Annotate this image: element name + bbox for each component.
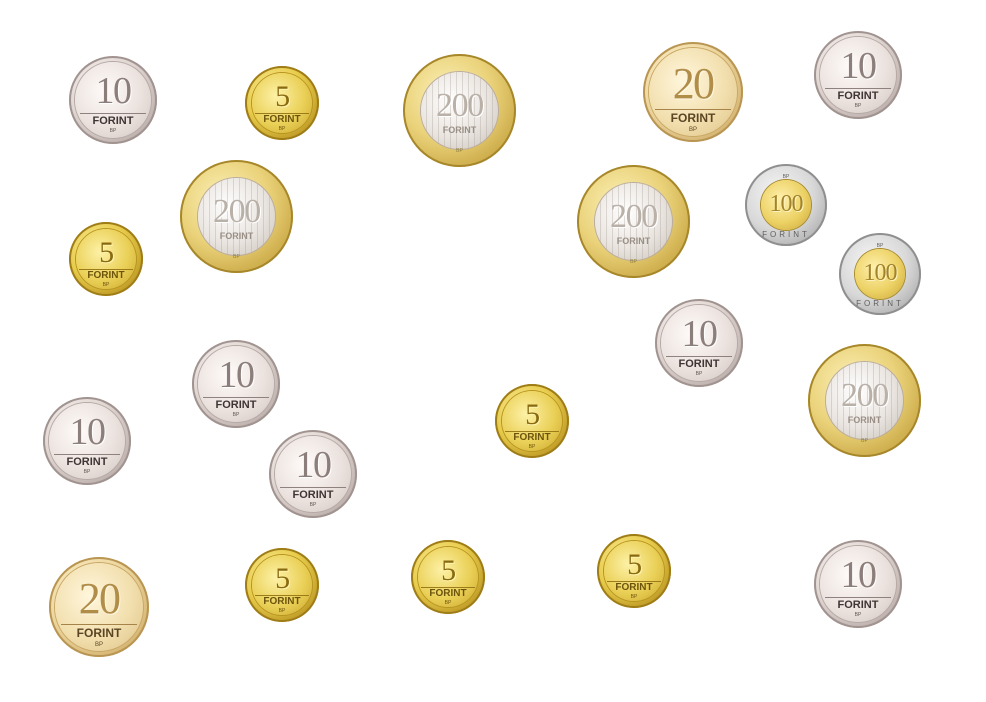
coin-denomination: 5 (525, 398, 540, 432)
coin-legend: FORINT (215, 398, 257, 411)
coin-divider-line (655, 109, 731, 110)
coin-legend: FORINT (762, 230, 810, 240)
coin-5-forint: 5 FORINT BP (597, 534, 671, 608)
coin-denomination: 10 (840, 553, 877, 596)
coin-legend: FORINT (442, 125, 477, 136)
coin-mint-mark: BP (528, 443, 536, 450)
coin-100-forint: 100 FORINT BP (839, 233, 921, 315)
coin-denomination: 5 (627, 548, 642, 582)
coin-denomination: 200 (436, 87, 484, 125)
coin-legend: FORINT (837, 598, 879, 611)
coin-denomination: 200 (841, 377, 889, 415)
coin-denomination: 20 (78, 574, 121, 623)
coin-denomination: 5 (441, 554, 456, 588)
coin-legend: FORINT (513, 431, 551, 443)
coin-mint-mark: BP (309, 502, 317, 509)
coin-10-forint: 10 FORINT BP (43, 397, 131, 485)
coin-5-forint: 5 FORINT BP (245, 548, 319, 622)
coin-denomination: 100 (863, 259, 897, 286)
coin-mint-mark: BP (232, 412, 240, 419)
coin-mint-mark: BP (630, 593, 638, 600)
coin-legend: FORINT (670, 111, 716, 125)
coin-mint-mark: BP (94, 642, 103, 648)
coin-mint-mark: BP (456, 147, 463, 154)
coin-mint-mark: BP (782, 173, 790, 180)
coin-mint-mark: BP (695, 371, 703, 378)
coin-10-forint: 10 FORINT BP (655, 299, 743, 387)
coin-legend: FORINT (87, 269, 125, 281)
coin-5-forint: 5 FORINT BP (411, 540, 485, 614)
coin-100-forint: 100 FORINT BP (745, 164, 827, 246)
coin-denomination: 10 (218, 353, 255, 396)
coin-20-forint: 20 FORINT BP (49, 557, 149, 657)
coin-legend: FORINT (678, 357, 720, 370)
coin-denomination: 5 (99, 236, 114, 270)
coin-200-forint: 200 FORINT BP (180, 160, 293, 273)
coin-legend: FORINT (837, 89, 879, 102)
coin-mint-mark: BP (83, 469, 91, 476)
coin-10-forint: 10 FORINT BP (269, 430, 357, 518)
coin-10-forint: 10 FORINT BP (814, 540, 902, 628)
coin-legend: FORINT (616, 236, 651, 247)
coin-denomination: 5 (275, 562, 290, 596)
coin-denomination: 10 (95, 69, 132, 112)
coin-legend: FORINT (615, 581, 653, 593)
coin-mint-mark: BP (854, 612, 862, 619)
coin-mint-mark: BP (876, 242, 884, 249)
coin-10-forint: 10 FORINT BP (814, 31, 902, 119)
coin-200-forint: 200 FORINT BP (577, 165, 690, 278)
coin-5-forint: 5 FORINT BP (69, 222, 143, 296)
coin-mint-mark: BP (688, 127, 697, 133)
coin-5-forint: 5 FORINT BP (245, 66, 319, 140)
coin-divider-line (61, 624, 137, 625)
coin-mint-mark: BP (444, 599, 452, 606)
coin-denomination: 10 (681, 312, 718, 355)
coin-mint-mark: BP (278, 607, 286, 614)
coin-denomination: 200 (610, 198, 658, 236)
coin-legend: FORINT (856, 299, 904, 309)
coin-10-forint: 10 FORINT BP (69, 56, 157, 144)
coin-legend: FORINT (292, 488, 334, 501)
coin-5-forint: 5 FORINT BP (495, 384, 569, 458)
coin-200-forint: 200 FORINT BP (403, 54, 516, 167)
coin-denomination: 20 (672, 59, 715, 108)
coin-mint-mark: BP (630, 258, 637, 265)
coin-legend: FORINT (429, 587, 467, 599)
coin-denomination: 100 (769, 190, 803, 217)
coin-denomination: 200 (213, 193, 261, 231)
coin-mint-mark: BP (854, 103, 862, 110)
coin-mint-mark: BP (102, 281, 110, 288)
coin-mint-mark: BP (109, 128, 117, 135)
coin-legend: FORINT (92, 114, 134, 127)
coin-field: 10 FORINT BP 5 FORINT BP 200 FORINT BP 2… (0, 0, 986, 702)
coin-mint-mark: BP (861, 437, 868, 444)
coin-legend: FORINT (76, 626, 122, 640)
coin-legend: FORINT (219, 231, 254, 242)
coin-legend: FORINT (263, 113, 301, 125)
coin-denomination: 10 (295, 443, 332, 486)
coin-denomination: 10 (840, 44, 877, 87)
coin-legend: FORINT (847, 415, 882, 426)
coin-20-forint: 20 FORINT BP (643, 42, 743, 142)
coin-denomination: 10 (69, 410, 106, 453)
coin-200-forint: 200 FORINT BP (808, 344, 921, 457)
coin-denomination: 5 (275, 80, 290, 114)
coin-legend: FORINT (263, 595, 301, 607)
coin-legend: FORINT (66, 455, 108, 468)
coin-mint-mark: BP (233, 253, 240, 260)
coin-mint-mark: BP (278, 125, 286, 132)
coin-10-forint: 10 FORINT BP (192, 340, 280, 428)
